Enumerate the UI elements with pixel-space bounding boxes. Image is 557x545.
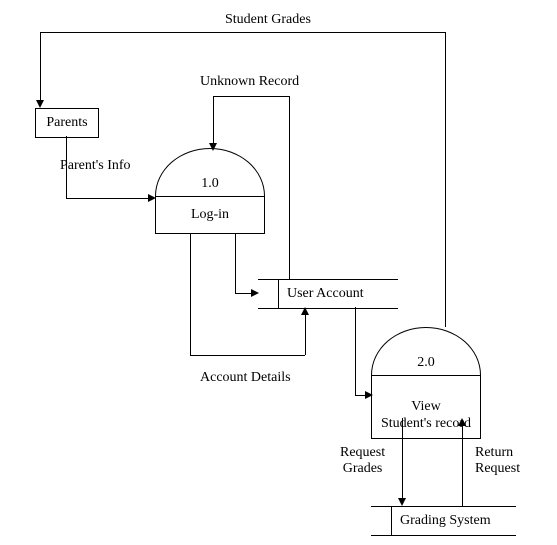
flow-student-grades-line3 [40, 32, 41, 100]
process-login: 1.0 Log-in [155, 148, 265, 234]
flow-student-grades-line2 [40, 32, 445, 33]
flow-return-request-line [462, 426, 463, 506]
datastore-user-account: User Account [258, 279, 398, 309]
flow-request-grades-label: Request Grades [340, 445, 385, 477]
datastore-grading-system-id [371, 507, 392, 535]
flow-ua-to-p2-arrow [365, 391, 373, 399]
dfd-diagram: Parents 1.0 Log-in 2.0 View Student's re… [0, 0, 557, 545]
flow-student-grades-line [445, 32, 446, 327]
flow-unknown-record-arrow [209, 143, 217, 151]
flow-account-details-label: Account Details [200, 370, 291, 386]
datastore-grading-system: Grading System [371, 506, 516, 536]
flow-ua-to-p2-line1 [355, 307, 356, 395]
process-view-record-name: View Student's record [371, 375, 481, 439]
flow-unknown-record-label: Unknown Record [200, 74, 299, 90]
flow-request-grades-line [402, 418, 403, 500]
flow-account-details-line1 [190, 233, 191, 355]
datastore-user-account-id [258, 280, 279, 308]
process-login-id: 1.0 [155, 148, 265, 196]
flow-login-to-ua-line2 [235, 293, 251, 294]
flow-ua-to-p2-line2 [355, 395, 365, 396]
flow-parents-info-label: Parent's Info [60, 158, 131, 174]
flow-return-request-label: Return Request [475, 445, 520, 477]
flow-student-grades-label: Student Grades [225, 12, 311, 28]
flow-student-grades-arrow [36, 100, 44, 108]
flow-unknown-record-line3 [213, 96, 214, 143]
flow-parents-info-arrow [148, 194, 156, 202]
flow-account-details-line2 [190, 355, 305, 356]
flow-request-grades-arrow [398, 498, 406, 506]
datastore-grading-system-name: Grading System [392, 507, 516, 535]
flow-unknown-record-line1 [289, 96, 290, 279]
process-view-record-id: 2.0 [371, 327, 481, 375]
flow-account-details-arrow [301, 307, 309, 315]
flow-unknown-record-line2 [213, 96, 289, 97]
flow-parents-info-line2 [66, 198, 148, 199]
entity-parents: Parents [35, 108, 99, 138]
flow-return-request-arrow [458, 418, 466, 426]
flow-login-to-ua-line1 [235, 233, 236, 293]
flow-login-to-ua-arrow [251, 289, 259, 297]
datastore-user-account-name: User Account [279, 280, 398, 308]
entity-parents-label: Parents [46, 115, 87, 131]
process-login-name: Log-in [155, 196, 265, 234]
flow-account-details-line3 [305, 315, 306, 355]
